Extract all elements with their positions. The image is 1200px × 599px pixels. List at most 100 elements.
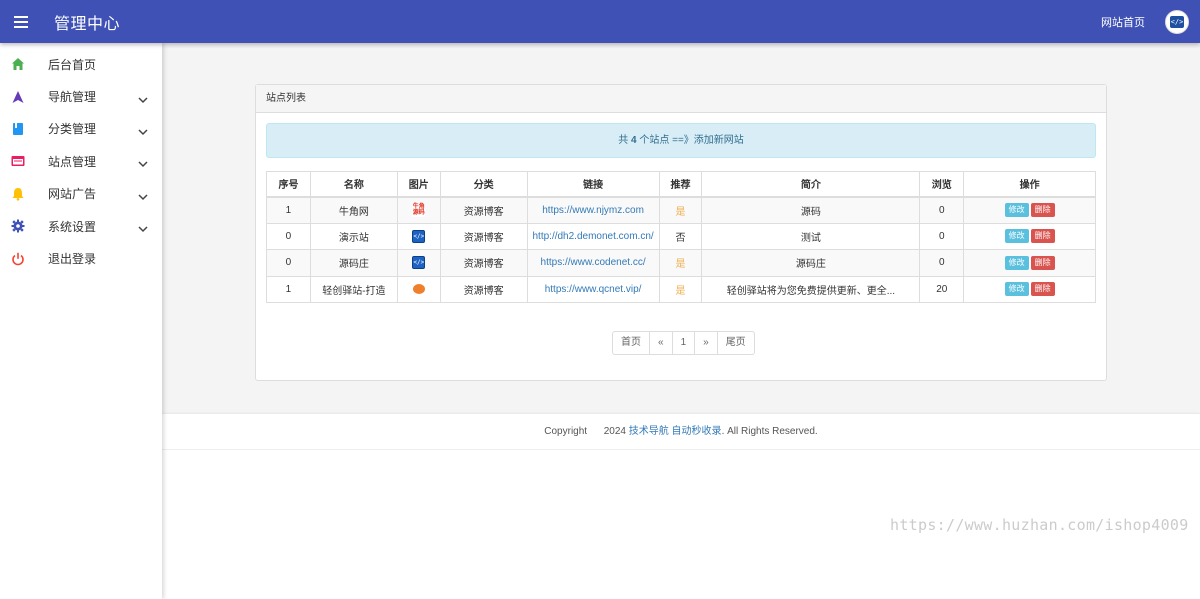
cell-category: 资源博客 <box>439 196 528 224</box>
site-link[interactable]: https://www.codenet.cc/ <box>541 257 646 268</box>
column-header: 操作 <box>963 171 1096 198</box>
cell-category: 资源博客 <box>439 222 528 250</box>
cell-image: </> <box>396 249 441 277</box>
chevron-down-icon <box>138 190 148 200</box>
chevron-down-icon <box>138 157 148 168</box>
cell-image: </> <box>396 222 441 250</box>
site-home-link[interactable]: 网站首页 <box>1101 14 1145 30</box>
sidebar-item-ads[interactable]: 网站广告 <box>0 178 162 210</box>
table-header-row: 序号 名称 图片 分类 链接 推荐 简介 浏览 操作 <box>266 171 1096 198</box>
cell-link: https://www.njymz.com <box>526 196 660 224</box>
site-link[interactable]: https://www.njymz.com <box>542 205 644 216</box>
content-area: 站点列表 共 4 个站点 ==》添加新网站 序号 名称 图片 分类 链接 推荐 <box>162 43 1200 414</box>
site-count-alert: 共 4 个站点 ==》添加新网站 <box>266 123 1096 158</box>
edit-button[interactable]: 修改 <box>1004 282 1029 297</box>
table-row: 0 演示站 </> 资源博客 http://dh2.demonet.com.cn… <box>266 222 1096 250</box>
sidebar: 后台首页 导航管理 分类管理 站点管理 网站广告 系统设置 退出登录 <box>0 43 162 599</box>
cell-views: 20 <box>919 275 965 303</box>
alert-suffix: 个站点 ==》 <box>636 135 694 146</box>
cell-category: 资源博客 <box>439 249 528 277</box>
sidebar-item-category[interactable]: 分类管理 <box>0 113 162 145</box>
sidebar-item-dashboard[interactable]: 后台首页 <box>0 48 162 80</box>
cell-views: 0 <box>919 222 965 250</box>
site-list-panel: 站点列表 共 4 个站点 ==》添加新网站 序号 名称 图片 分类 链接 推荐 <box>255 84 1107 381</box>
cell-views: 0 <box>919 196 965 224</box>
cell-image: 牛角 源码 <box>396 196 441 224</box>
cell-order: 0 <box>266 249 311 277</box>
cell-actions: 修改 删除 <box>963 275 1096 303</box>
hamburger-icon <box>14 15 28 28</box>
sidebar-item-label: 网站广告 <box>48 187 97 202</box>
cell-actions: 修改 删除 <box>963 196 1096 224</box>
sidebar-item-sites[interactable]: 站点管理 <box>0 145 162 177</box>
cell-desc: 轻创驿站将为您免费提供更新、更全... <box>701 275 921 303</box>
edit-button[interactable]: 修改 <box>1004 229 1029 244</box>
first-page-button[interactable]: 首页 <box>613 332 650 354</box>
cell-desc: 源码庄 <box>701 249 921 277</box>
column-header: 简介 <box>701 171 921 198</box>
footer: Copyright 2024 技术导航 自动秒收录. All Rights Re… <box>162 414 1200 450</box>
edit-button[interactable]: 修改 <box>1004 203 1029 217</box>
sidebar-item-label: 系统设置 <box>48 219 97 234</box>
orange-logo-icon <box>412 284 425 295</box>
watermark: https://www.huzhan.com/ishop4009 <box>890 516 1189 534</box>
power-icon <box>11 252 25 266</box>
home-icon <box>11 57 25 71</box>
last-page-button[interactable]: 尾页 <box>718 332 754 354</box>
menu-toggle-button[interactable] <box>0 0 42 43</box>
chevron-down-icon <box>138 222 148 233</box>
gear-icon <box>11 219 25 233</box>
cell-link: http://dh2.demonet.com.cn/ <box>526 222 660 250</box>
app-title: 管理中心 <box>54 15 121 33</box>
table-row: 0 源码庄 </> 资源博客 https://www.codenet.cc/ 是… <box>266 249 1096 277</box>
bookmark-icon <box>11 122 25 136</box>
description-text: 源码 <box>800 206 821 218</box>
table-row: 1 牛角网 牛角 源码 资源博客 https://www.njymz.com 是… <box>266 196 1096 224</box>
sidebar-item-navigation[interactable]: 导航管理 <box>0 80 162 112</box>
page-number-button[interactable]: 1 <box>673 332 696 354</box>
delete-button[interactable]: 删除 <box>1030 203 1055 217</box>
sidebar-item-label: 退出登录 <box>48 252 97 267</box>
red-logo-icon: 牛角 源码 <box>412 203 426 217</box>
delete-button[interactable]: 删除 <box>1030 282 1055 297</box>
sidebar-item-label: 分类管理 <box>48 122 97 137</box>
chevron-down-icon <box>138 93 148 103</box>
navigation-icon <box>11 90 25 104</box>
column-header: 浏览 <box>919 171 965 198</box>
cell-recommend: 是 <box>658 196 703 224</box>
cell-desc: 源码 <box>701 196 921 224</box>
table-row: 1 轻创驿站-打造 资源博客 https://www.qcnet.vip/ 是 … <box>266 275 1096 303</box>
cell-link: https://www.qcnet.vip/ <box>526 275 660 303</box>
cell-name: 演示站 <box>309 222 398 250</box>
delete-button[interactable]: 删除 <box>1030 229 1055 244</box>
cell-views: 0 <box>919 249 965 277</box>
delete-button[interactable]: 删除 <box>1030 255 1055 270</box>
sidebar-item-logout[interactable]: 退出登录 <box>0 242 162 274</box>
site-link[interactable]: http://dh2.demonet.com.cn/ <box>532 231 653 242</box>
footer-link[interactable]: 技术导航 自动秒收录 <box>629 426 722 437</box>
footer-copyright: Copyright <box>544 426 588 437</box>
browser-window-icon <box>11 154 25 168</box>
column-header: 分类 <box>439 171 528 198</box>
code-logo-icon: </> <box>1170 15 1184 28</box>
sidebar-item-label: 导航管理 <box>48 90 97 105</box>
site-link[interactable]: https://www.qcnet.vip/ <box>545 284 642 295</box>
add-site-link[interactable]: 添加新网站 <box>694 135 744 146</box>
column-header: 链接 <box>526 171 660 198</box>
column-header: 序号 <box>266 171 311 198</box>
site-table: 序号 名称 图片 分类 链接 推荐 简介 浏览 操作 1 牛角网 牛角 源码 资… <box>266 171 1096 303</box>
prev-page-button[interactable]: « <box>650 332 673 354</box>
bell-icon <box>11 187 25 201</box>
edit-button[interactable]: 修改 <box>1004 255 1029 270</box>
cell-recommend: 是 <box>658 249 703 277</box>
pagination: 首页 « 1 » 尾页 <box>612 331 755 355</box>
avatar[interactable]: </> <box>1165 9 1189 34</box>
cell-desc: 测试 <box>701 222 921 250</box>
next-page-button[interactable]: » <box>695 332 718 354</box>
cell-name: 源码庄 <box>309 249 398 277</box>
description-text: 轻创驿站将为您免费提供更新、更全... <box>726 285 896 297</box>
description-text: 测试 <box>800 232 821 244</box>
column-header: 图片 <box>396 171 441 198</box>
cell-order: 1 <box>266 275 311 303</box>
sidebar-item-settings[interactable]: 系统设置 <box>0 210 162 242</box>
